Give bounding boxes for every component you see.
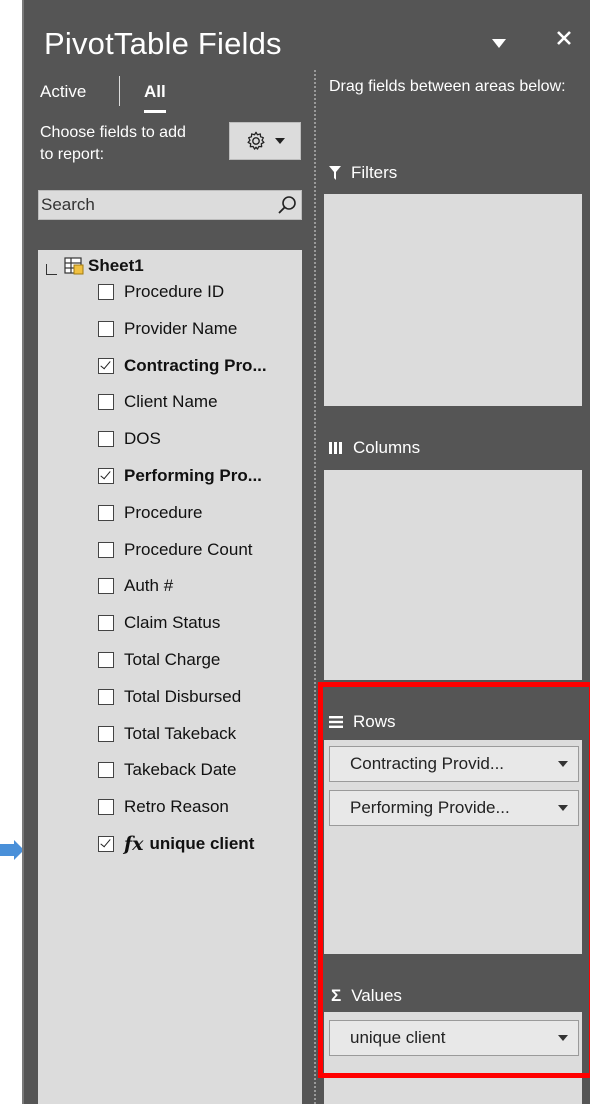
field-item[interactable]: Procedure ID [98, 279, 224, 305]
checkbox[interactable] [98, 504, 114, 521]
field-item[interactable]: Provider Name [98, 316, 237, 342]
checkbox[interactable] [98, 799, 114, 816]
checkbox[interactable] [98, 578, 114, 595]
search-field[interactable]: Search [38, 190, 302, 220]
field-label: Provider Name [124, 318, 238, 338]
checkbox[interactable] [98, 725, 114, 742]
checkbox[interactable] [98, 320, 114, 337]
pivottable-fields-pane: PivotTable Fields Active All Choose fiel… [22, 0, 590, 1104]
field-item[interactable]: Performing Pro... [98, 463, 262, 489]
field-label: Procedure ID [124, 282, 225, 301]
field-item[interactable]: Procedure Count [98, 537, 253, 563]
checkbox[interactable] [98, 431, 114, 448]
field-item[interactable]: Takeback Date [98, 757, 236, 783]
field-item[interactable]: Retro Reason [98, 794, 229, 820]
search-placeholder: Search [41, 195, 95, 214]
field-item[interactable]: Total Takeback [98, 721, 236, 747]
sheet-node[interactable]: Sheet1 [64, 256, 144, 276]
close-icon[interactable] [556, 30, 572, 51]
field-item[interactable]: DOS [98, 426, 161, 452]
tab-separator [119, 76, 120, 106]
filters-area-header: Filters [329, 163, 397, 183]
gear-icon [247, 131, 265, 150]
field-item[interactable]: Auth # [98, 573, 173, 599]
checkbox[interactable] [98, 541, 114, 558]
field-label: unique client [149, 834, 255, 853]
tree-collapse-icon[interactable] [46, 264, 57, 275]
choose-fields-label: Choose fields to add to report: [40, 124, 186, 163]
field-label: Claim Status [124, 613, 221, 633]
tab-all[interactable]: All [144, 82, 166, 102]
chevron-down-icon [275, 137, 285, 144]
field-label: DOS [124, 429, 161, 449]
checkbox[interactable] [98, 688, 114, 705]
field-label: Retro Reason [124, 797, 229, 817]
field-item[interactable]: fx unique client [98, 831, 254, 857]
search-icon[interactable] [277, 195, 297, 215]
field-label: Client Name [124, 392, 218, 412]
field-label: Procedure [124, 502, 203, 522]
pane-title: PivotTable Fields [44, 26, 282, 61]
field-label: Contracting Pro... [124, 355, 267, 375]
field-item[interactable]: Client Name [98, 389, 218, 415]
formula-fx-icon: fx [124, 833, 144, 855]
columns-icon [329, 442, 342, 454]
field-label: Total Disbursed [124, 686, 242, 706]
field-label: Auth # [124, 576, 174, 596]
field-item[interactable]: Procedure [98, 500, 202, 526]
field-label: Performing Pro... [124, 466, 262, 485]
field-label: Procedure Count [124, 539, 253, 559]
tab-all-underline [144, 110, 166, 113]
table-icon [64, 257, 84, 275]
checkbox[interactable] [98, 284, 114, 300]
checkbox-checked[interactable] [98, 357, 114, 374]
checkbox[interactable] [98, 615, 114, 632]
filters-label: Filters [351, 163, 398, 182]
field-label: Total Charge [124, 650, 221, 669]
tools-button[interactable] [229, 122, 301, 160]
sheet-name: Sheet1 [88, 256, 144, 275]
red-highlight-box [318, 682, 590, 1078]
checkbox[interactable] [98, 652, 114, 668]
checkbox-checked[interactable] [98, 468, 114, 484]
pane-divider[interactable] [314, 70, 316, 1104]
filters-drop-area[interactable] [324, 194, 582, 406]
checkbox[interactable] [98, 394, 114, 411]
field-item[interactable]: Total Charge [98, 647, 220, 673]
field-list: Sheet1 Procedure ID Provider Name Contract… [38, 250, 302, 1104]
field-item[interactable]: Claim Status [98, 610, 220, 636]
columns-drop-area[interactable] [324, 470, 582, 680]
checkbox-checked[interactable] [98, 836, 114, 852]
field-item[interactable]: Total Disbursed [98, 684, 241, 710]
columns-label: Columns [353, 438, 421, 457]
pane-options-dropdown-icon[interactable] [492, 36, 506, 54]
filter-icon [329, 166, 341, 180]
field-item[interactable]: Contracting Pro... [98, 353, 267, 379]
drag-instruction: Drag fields between areas below: [329, 78, 566, 95]
columns-area-header: Columns [329, 438, 420, 458]
checkbox[interactable] [98, 762, 114, 779]
arrow-indicator-icon [0, 840, 24, 860]
field-label: Takeback Date [124, 760, 237, 780]
field-label: Total Takeback [124, 723, 237, 743]
tab-active[interactable]: Active [40, 82, 86, 102]
